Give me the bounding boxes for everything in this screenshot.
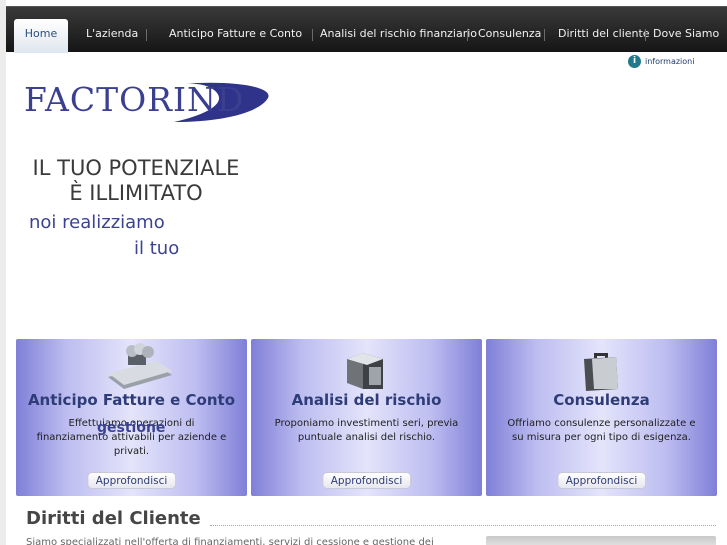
nav-anticipo-fatture[interactable]: Anticipo Fatture e Conto [169, 19, 302, 49]
main-navigation: Home L'azienda Anticipo Fatture e Conto … [6, 6, 727, 53]
slogan-line-5: gestione [97, 420, 166, 436]
nav-dove-siamo[interactable]: Dove Siamo [653, 19, 719, 49]
logo[interactable]: FACTORIND [24, 78, 274, 126]
box-description: Offriamo consulenze personalizzate e su … [507, 418, 696, 443]
approfondisci-button[interactable]: Approfondisci [556, 472, 647, 489]
nav-consulenza[interactable]: Consulenza [478, 19, 541, 49]
side-panel [486, 536, 716, 545]
approfondisci-button[interactable]: Approfondisci [86, 472, 177, 489]
nav-analisi-rischio[interactable]: Analisi del rischio finanziario [320, 19, 477, 49]
approfondisci-button[interactable]: Approfondisci [321, 472, 412, 489]
nav-azienda[interactable]: L'azienda [86, 19, 138, 49]
nav-separator [312, 29, 313, 41]
section-title: Diritti del Cliente [26, 508, 201, 529]
box-title: Consulenza [553, 391, 650, 409]
info-icon: i [628, 54, 641, 68]
box-title: Analisi del rischio [291, 391, 442, 409]
slogan-line-4: il tuo [134, 238, 180, 259]
section-body: Siamo specializzati nell'offerta di fina… [26, 537, 434, 545]
page-edge [0, 0, 6, 545]
nav-diritti-cliente[interactable]: Diritti del cliente [558, 19, 650, 49]
info-label: informazioni [645, 56, 695, 66]
nav-separator [544, 29, 545, 41]
cubes-chart-icon [251, 343, 482, 391]
slogan-line-3: noi realizziamo [29, 212, 165, 233]
service-box-anticipo: Anticipo Fatture e Conto Effettuiamo ope… [16, 339, 247, 496]
slogan-line-1: IL TUO POTENZIALE [32, 156, 240, 180]
briefcase-icon [486, 343, 717, 391]
logo-text: FACTORIND [24, 80, 245, 119]
service-box-analisi: Analisi del rischio Proponiamo investime… [251, 339, 482, 496]
box-description: Proponiamo investimenti seri, previa pun… [274, 418, 459, 443]
section-divider [210, 525, 716, 526]
nav-separator [645, 29, 646, 41]
nav-home[interactable]: Home [14, 19, 68, 53]
box-title: Anticipo Fatture e Conto [27, 391, 236, 409]
slogan-line-2: È ILLIMITATO [69, 181, 203, 205]
calculator-icon [16, 343, 247, 391]
nav-separator [467, 29, 468, 41]
service-box-consulenza: Consulenza Offriamo consulenze personali… [486, 339, 717, 496]
nav-separator [146, 29, 147, 41]
info-link[interactable]: i informazioni [628, 54, 694, 68]
